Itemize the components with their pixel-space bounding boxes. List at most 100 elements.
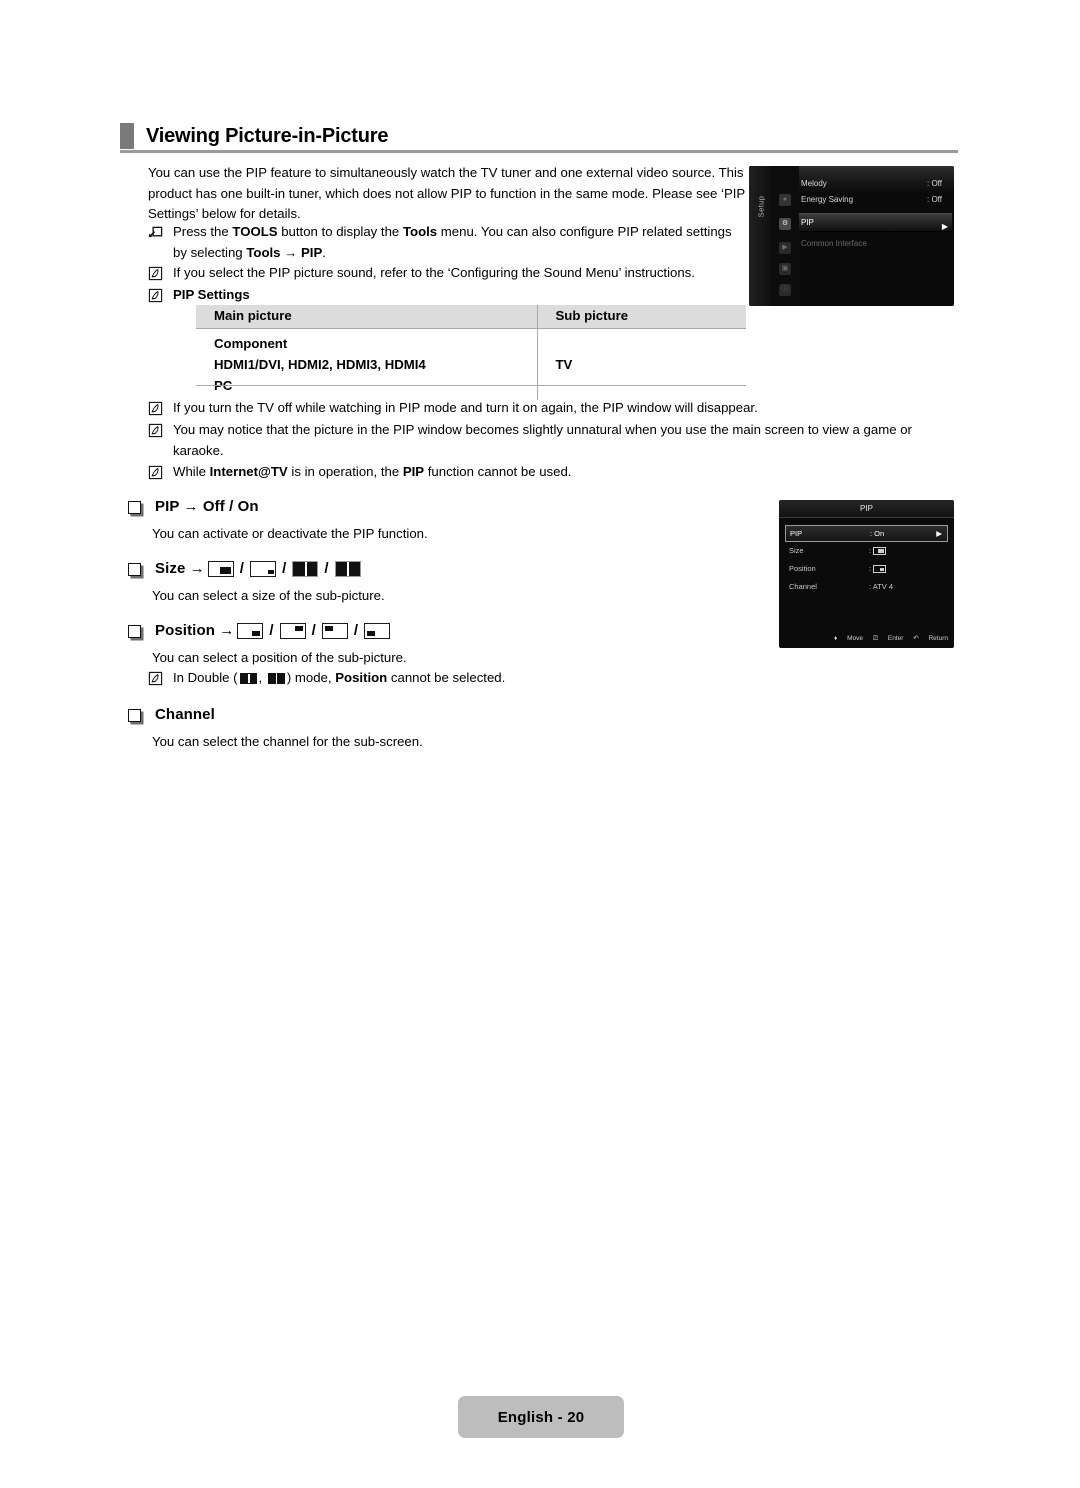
pos-bottom-right-icon (237, 622, 264, 639)
section-channel: Channel (128, 706, 215, 723)
menu-row-common-interface[interactable]: Common Interface (799, 236, 950, 251)
page-number-label: English - 20 (497, 1408, 585, 1426)
square-bullet-icon (128, 500, 141, 514)
menu-side-column: Setup (749, 166, 771, 306)
header-sub-picture: Sub picture (537, 305, 746, 329)
separator: / (324, 560, 329, 577)
note-unnatural: You may notice that the picture in the P… (148, 420, 953, 461)
size-icon (873, 547, 887, 556)
enter-label: Enter (887, 635, 904, 642)
tv-setup-menu-screenshot: Setup ● ⚙ ▶ ▣ ⓘ Melody : Off Energy Savi… (749, 166, 954, 306)
pip-row-label: Position (789, 564, 816, 573)
gear-icon: ⚙ (779, 218, 791, 230)
note-double-suffix: ) mode, Position cannot be selected. (286, 670, 506, 685)
separator: / (311, 622, 316, 639)
return-label: Return (928, 635, 948, 642)
pos-top-right-icon (279, 622, 306, 639)
note-tools: Press the TOOLS button to display the To… (148, 222, 748, 263)
move-label: Move (847, 635, 864, 642)
menu-row-label: Melody (801, 179, 827, 188)
note-sound-text: If you select the PIP picture sound, ref… (173, 265, 695, 280)
double-wide-icon (334, 560, 361, 577)
pip-submenu-title: PIP (779, 500, 954, 518)
note-icon (148, 465, 163, 480)
section-size-label: Size → (155, 560, 205, 577)
section-position-heading: Position → / / / (155, 622, 393, 639)
menu-row-pip-selected[interactable]: PIP ▶ (799, 213, 952, 232)
menu-row-label: Common Interface (801, 239, 867, 248)
enter-hint: ⎚ Enter (872, 635, 904, 642)
pip-row-label: PIP (790, 529, 803, 538)
pip-row-colon: : (869, 564, 872, 573)
section-channel-heading: Channel (155, 706, 215, 723)
double-wide-icon-inline (239, 673, 257, 685)
note-tools-text: Press the TOOLS button to display the To… (173, 224, 732, 260)
note-double-mode-text: In Double (, ) mode, Position cannot be … (173, 668, 505, 689)
separator: / (269, 622, 274, 639)
pip-row-pip[interactable]: PIP : On ▶ (785, 525, 948, 542)
note-poweroff: If you turn the TV off while watching in… (148, 398, 948, 419)
note-double-prefix: In Double ( (173, 670, 238, 685)
size-large-sub-icon (207, 560, 234, 577)
square-bullet-icon (128, 624, 141, 638)
intro-paragraph: You can use the PIP feature to simultane… (148, 165, 745, 221)
note-icon (148, 266, 163, 281)
pip-row-value: : (869, 562, 887, 576)
pip-row-position[interactable]: Position : (785, 562, 948, 576)
note-icon (148, 288, 163, 303)
section-size-heading: Size → / / / (155, 560, 364, 577)
note-internet-tv-text: While Internet@TV is in operation, the P… (173, 464, 572, 479)
note-double-comma: , (258, 670, 266, 685)
separator: / (282, 560, 287, 577)
note-poweroff-text: If you turn the TV off while watching in… (173, 400, 758, 415)
position-icon (873, 565, 887, 574)
pos-bottom-left-icon (364, 622, 391, 639)
table-bottom-divider (196, 385, 746, 386)
header-main-picture: Main picture (196, 305, 538, 329)
menu-row-value: : Off (927, 195, 942, 204)
pip-row-colon: : (869, 546, 872, 555)
table-header-row: Main picture Sub picture (196, 305, 746, 329)
pip-submenu-footer: ♦ Move ⎚ Enter ↶ Return (779, 634, 948, 643)
note-pip-settings: PIP Settings (148, 285, 748, 306)
section-pip-heading: PIP → Off / On (155, 498, 259, 515)
section-position-description: You can select a position of the sub-pic… (152, 650, 407, 665)
support-icon: ▣ (779, 263, 791, 275)
pip-row-size[interactable]: Size : (785, 544, 948, 558)
section-channel-description: You can select the channel for the sub-s… (152, 734, 423, 749)
menu-icon-column: ● ⚙ ▶ ▣ ⓘ (771, 166, 799, 306)
table-row: Component HDMI1/DVI, HDMI2, HDMI3, HDMI4… (196, 328, 746, 400)
menu-row-label: Energy Saving (801, 195, 854, 204)
note-icon (148, 423, 163, 438)
menu-row-melody[interactable]: Melody : Off (799, 176, 950, 191)
pip-submenu-screenshot: PIP PIP : On ▶ Size : Position : Channel… (779, 500, 954, 648)
menu-row-energy-saving[interactable]: Energy Saving : Off (799, 192, 950, 207)
pos-top-left-icon (321, 622, 348, 639)
menu-row-value: : Off (927, 179, 942, 188)
title-marker-block (120, 123, 134, 149)
note-internet-tv: While Internet@TV is in operation, the P… (148, 462, 948, 483)
separator: / (239, 560, 245, 577)
section-size-description: You can select a size of the sub-picture… (152, 588, 385, 603)
main-picture-item: HDMI1/DVI, HDMI2, HDMI3, HDMI4 (214, 356, 426, 372)
pip-row-channel[interactable]: Channel : ATV 4 (785, 580, 948, 594)
return-hint: ↶ Return (913, 635, 948, 642)
double-split-icon-inline (267, 673, 285, 685)
input-icon: ▶ (779, 242, 791, 254)
pip-row-label: Channel (789, 582, 817, 591)
move-hint: ♦ Move (834, 635, 864, 642)
note-icon (148, 671, 163, 686)
size-small-sub-icon (250, 560, 277, 577)
main-picture-values: Component HDMI1/DVI, HDMI2, HDMI3, HDMI4… (196, 328, 538, 400)
info-icon: ⓘ (779, 284, 791, 296)
pip-row-value: : (869, 544, 887, 558)
square-bullet-icon (128, 562, 141, 576)
section-pip-description: You can activate or deactivate the PIP f… (152, 526, 428, 541)
double-split-icon (292, 560, 319, 577)
menu-row-label: PIP (801, 218, 814, 227)
note-pip-settings-text: PIP Settings (173, 287, 250, 302)
square-bullet-icon (128, 708, 141, 722)
sub-picture-value: TV (555, 356, 573, 372)
pip-row-label: Size (789, 546, 804, 555)
section-pip: PIP → Off / On (128, 498, 259, 515)
